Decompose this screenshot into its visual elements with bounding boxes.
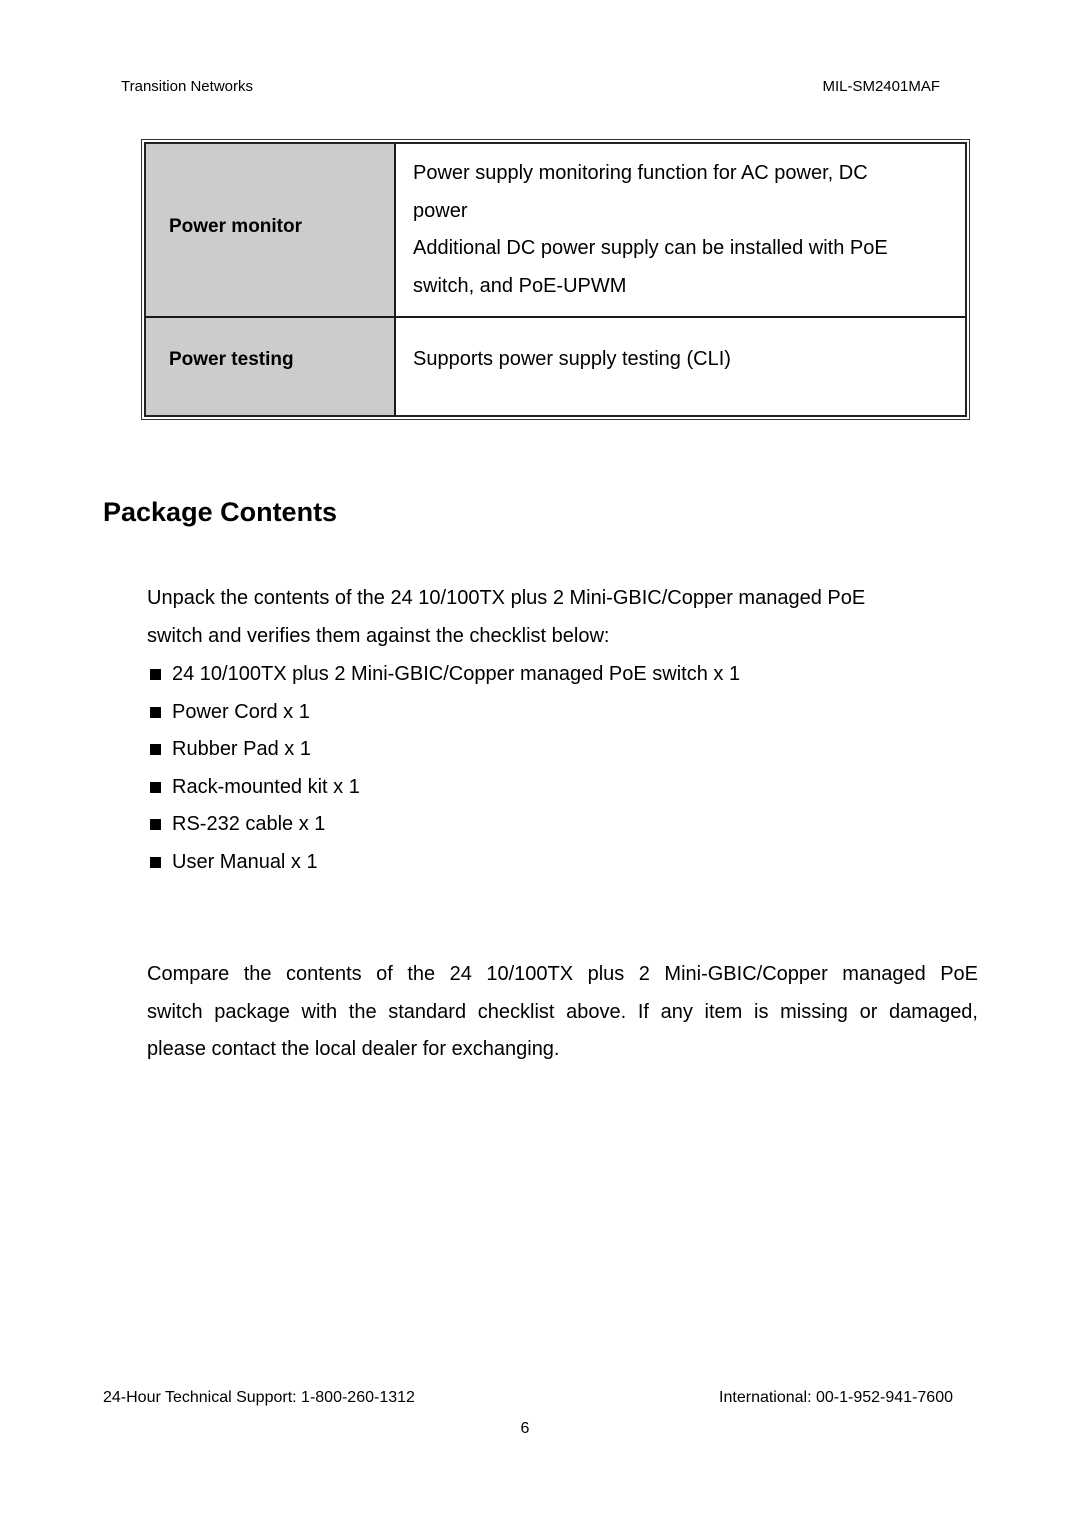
outro-line: Compare the contents of the 24 10/100TX … <box>147 963 978 985</box>
spec-value-line: switch, and PoE-UPWM <box>413 274 627 297</box>
footer-support-phone: 24-Hour Technical Support: 1-800-260-131… <box>103 1389 415 1406</box>
spec-table-grid: Power monitor Power supply monitoring fu… <box>144 142 967 417</box>
spec-value-line: Additional DC power supply can be instal… <box>413 237 888 259</box>
checklist-item: Rubber Pad x 1 <box>150 731 740 769</box>
spec-key-power-monitor: Power monitor <box>146 144 396 318</box>
square-bullet-icon <box>150 781 161 793</box>
page-number: 6 <box>520 1420 530 1437</box>
package-checklist: 24 10/100TX plus 2 Mini-GBIC/Copper mana… <box>150 656 740 881</box>
spec-table: Power monitor Power supply monitoring fu… <box>141 139 970 420</box>
checklist-item-label: 24 10/100TX plus 2 Mini-GBIC/Copper mana… <box>172 663 741 685</box>
spec-value-line: power <box>413 199 468 222</box>
spec-value-line: Power supply monitoring function for AC … <box>413 162 868 184</box>
spec-value-power-testing: Supports power supply testing (CLI) <box>396 318 965 415</box>
checklist-item-label: Rack-mounted kit x 1 <box>172 775 360 798</box>
section-title: Package Contents <box>103 497 338 527</box>
intro-paragraph: Unpack the contents of the 24 10/100TX p… <box>147 580 978 655</box>
header-model: MIL-SM2401MAF <box>822 78 940 95</box>
square-bullet-icon <box>150 669 161 681</box>
square-bullet-icon <box>150 819 161 831</box>
square-bullet-icon <box>150 706 161 718</box>
square-bullet-icon <box>150 856 161 868</box>
spec-value-line: Supports power supply testing (CLI) <box>413 348 731 370</box>
checklist-item: 24 10/100TX plus 2 Mini-GBIC/Copper mana… <box>150 656 740 694</box>
outro-paragraph: Compare the contents of the 24 10/100TX … <box>147 956 978 1069</box>
checklist-item-label: Rubber Pad x 1 <box>172 738 311 760</box>
footer-international-phone: International: 00-1-952-941-7600 <box>719 1389 953 1406</box>
header-company: Transition Networks <box>121 78 253 95</box>
outro-line: switch package with the standard checkli… <box>147 1000 978 1023</box>
checklist-item-label: User Manual x 1 <box>172 850 318 873</box>
checklist-item: RS-232 cable x 1 <box>150 806 740 844</box>
spec-value-power-monitor: Power supply monitoring function for AC … <box>396 144 965 318</box>
checklist-item-label: RS-232 cable x 1 <box>172 813 326 835</box>
outro-line: please contact the local dealer for exch… <box>147 1038 560 1060</box>
checklist-item: Power Cord x 1 <box>150 694 740 732</box>
checklist-item: Rack-mounted kit x 1 <box>150 769 740 807</box>
checklist-item-label: Power Cord x 1 <box>172 700 310 723</box>
checklist-item: User Manual x 1 <box>150 844 740 882</box>
spec-key-power-testing: Power testing <box>146 318 396 415</box>
square-bullet-icon <box>150 744 161 756</box>
intro-line: switch and verifies them against the che… <box>147 624 610 647</box>
intro-line: Unpack the contents of the 24 10/100TX p… <box>147 587 866 609</box>
